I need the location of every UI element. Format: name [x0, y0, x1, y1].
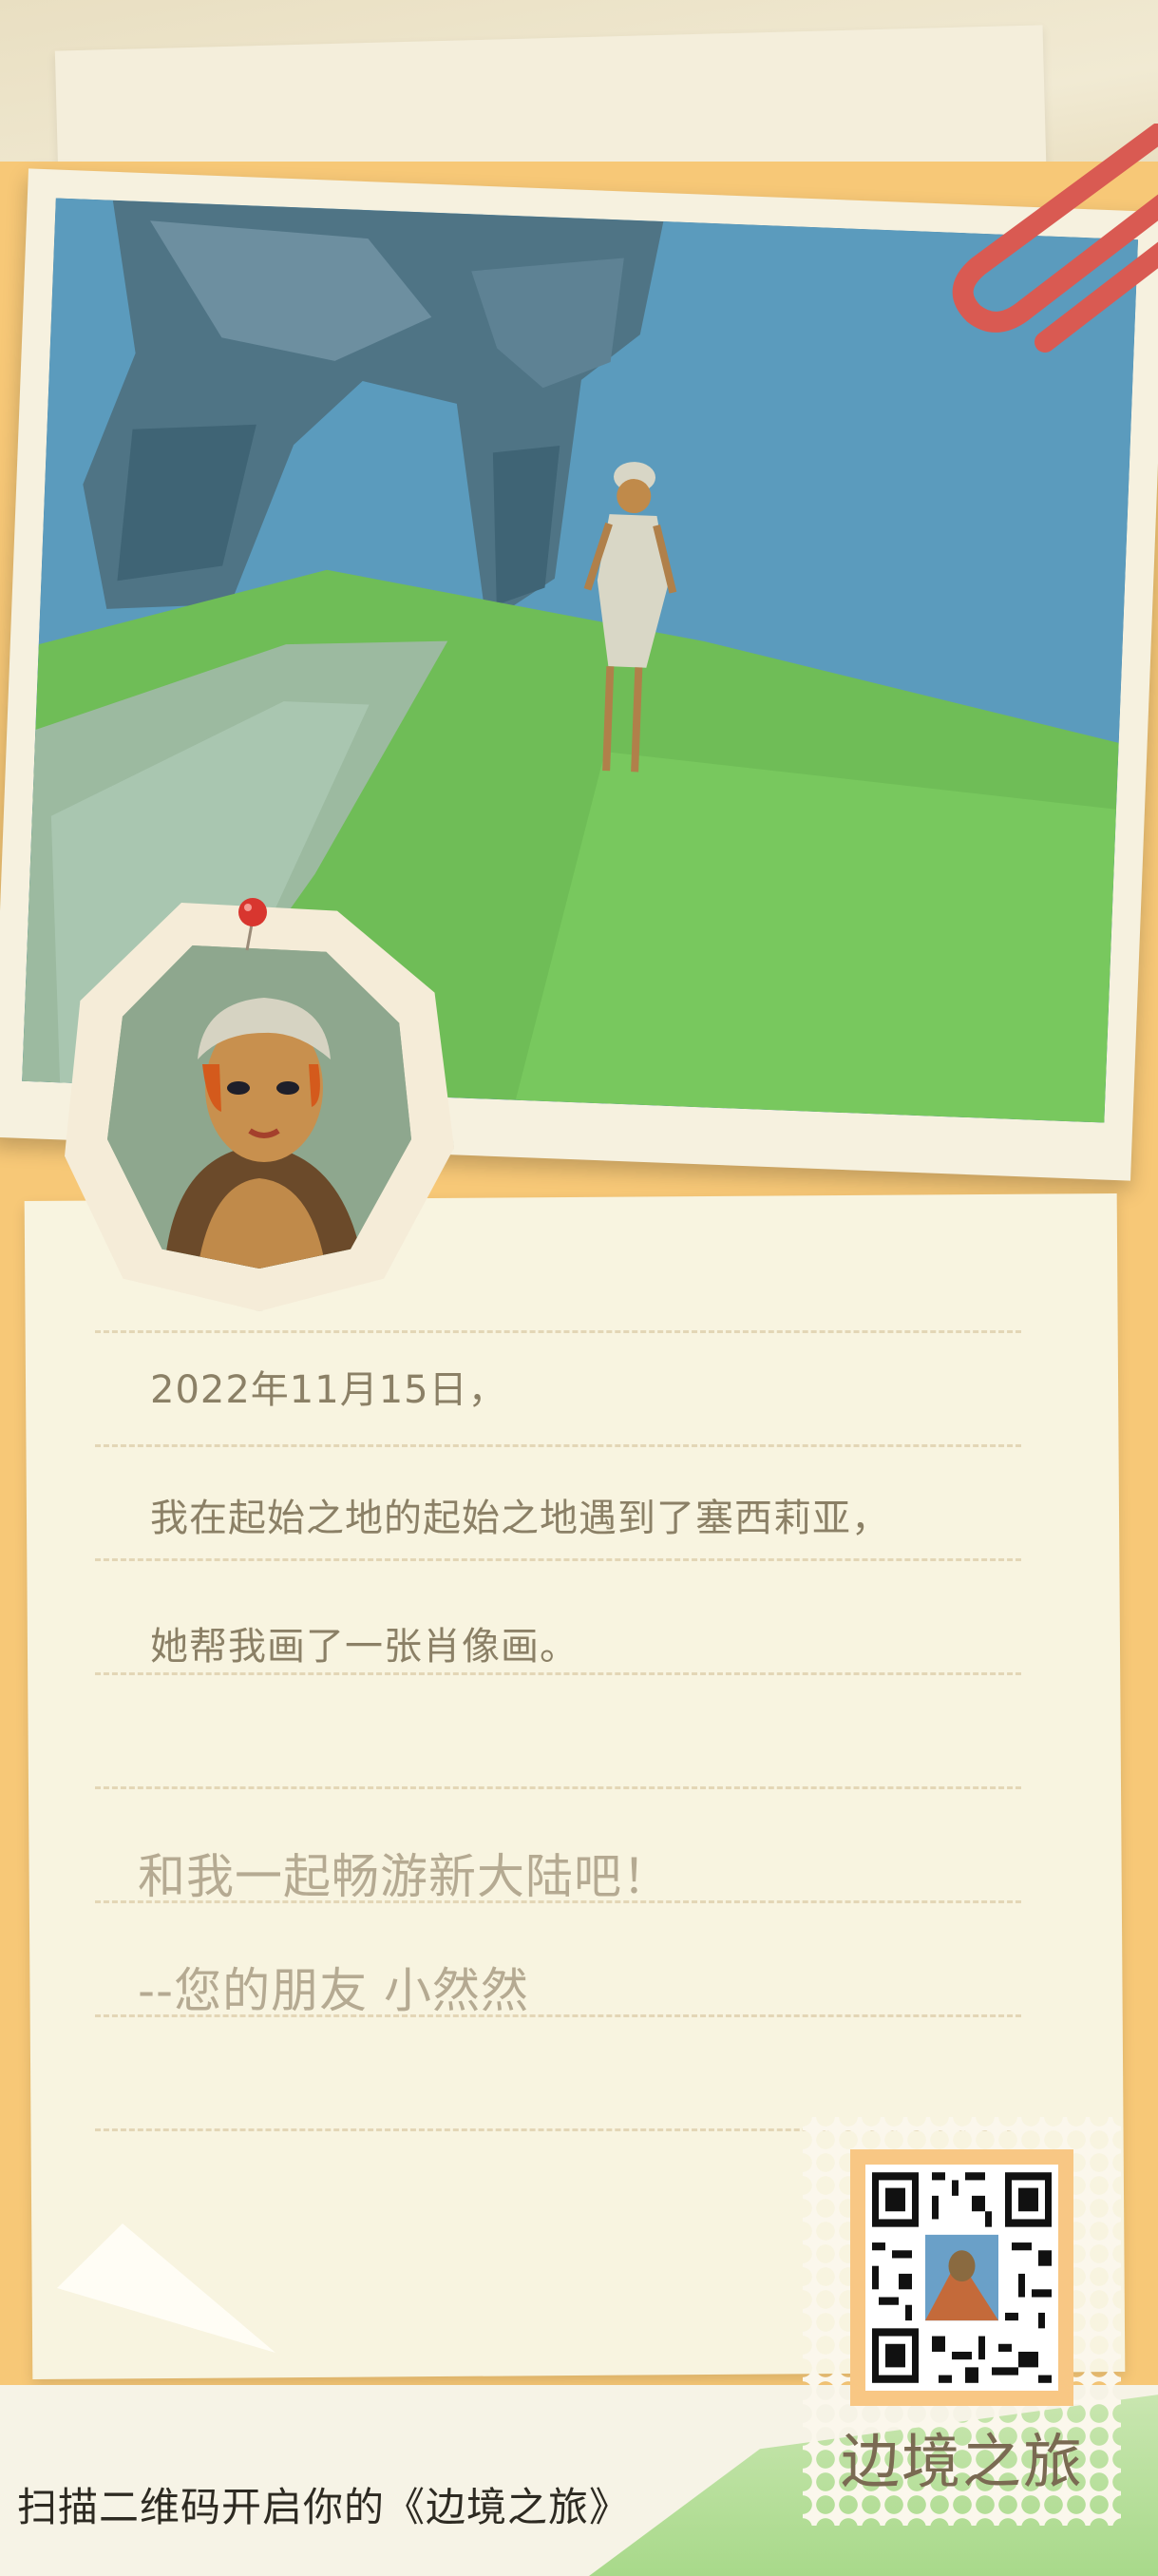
ruled-line: [95, 1672, 1021, 1786]
letter-closing: 和我一起畅游新大陆吧！: [138, 1849, 671, 1904]
stamp-title: 边境之旅: [840, 2427, 1084, 2496]
ruled-lines: [95, 1330, 1021, 2242]
letter-line-2: 她帮我画了一张肖像画。: [150, 1625, 579, 1669]
letter-line-1: 我在起始之地的起始之地遇到了塞西莉亚，: [150, 1497, 890, 1540]
portrait-image: [107, 945, 411, 1269]
qr-code[interactable]: [865, 2165, 1058, 2391]
ruled-line: [95, 2014, 1021, 2128]
push-pin-icon: [238, 898, 267, 951]
letter-signature: --您的朋友 小然然: [138, 1963, 529, 2018]
portrait-badge: [65, 898, 454, 1311]
qr-code-frame: [850, 2149, 1073, 2406]
paper-clip-icon: [952, 124, 1158, 353]
footer-cta-text: 扫描二维码开启你的《边境之旅》: [17, 2484, 631, 2530]
letter-date: 2022年11月15日，: [150, 1368, 507, 1412]
